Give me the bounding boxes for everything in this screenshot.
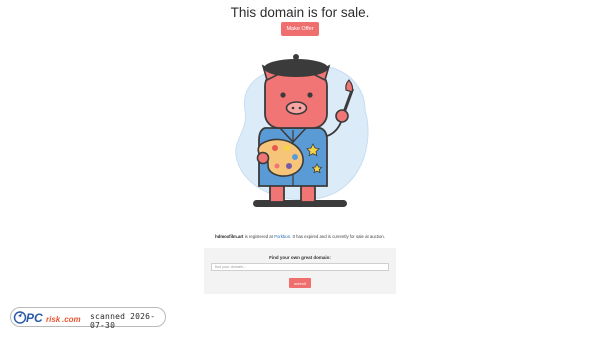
domain-search-input[interactable] xyxy=(211,263,389,271)
page-title: This domain is for sale. xyxy=(230,5,370,20)
pig-hand xyxy=(335,109,349,123)
search-panel-title: Find your own great domain: xyxy=(269,255,331,260)
sale-notice-text: is registered at xyxy=(243,234,275,239)
registrar-link[interactable]: Porkbun xyxy=(274,234,290,239)
submit-button[interactable]: submit xyxy=(289,278,311,288)
beret xyxy=(264,59,328,77)
pcrisk-logo: PC risk .com xyxy=(13,311,81,325)
pig-head xyxy=(264,71,328,129)
pig-snout xyxy=(285,101,308,115)
sale-notice: hdmoxfilm.art is registered at Porkbun. … xyxy=(0,234,600,239)
make-offer-button[interactable]: Make Offer xyxy=(281,22,319,36)
pig-left-hand xyxy=(256,151,270,165)
pig-painter-icon xyxy=(235,54,369,207)
domain-search-panel: Find your own great domain: submit xyxy=(204,248,396,294)
pcrisk-watermark: PC risk .com scanned 2026-07-30 xyxy=(10,307,166,330)
domain-name: hdmoxfilm.art xyxy=(215,234,244,239)
pcrisk-logo-com: .com xyxy=(62,315,81,324)
scan-timestamp: scanned 2026-07-30 xyxy=(90,312,156,330)
ground-shadow xyxy=(253,200,347,207)
pcrisk-logo-risk: risk xyxy=(46,315,61,324)
sale-notice-text-end: . It has expired and is currently for sa… xyxy=(290,234,385,239)
pcrisk-logo-pc: PC xyxy=(26,311,43,325)
